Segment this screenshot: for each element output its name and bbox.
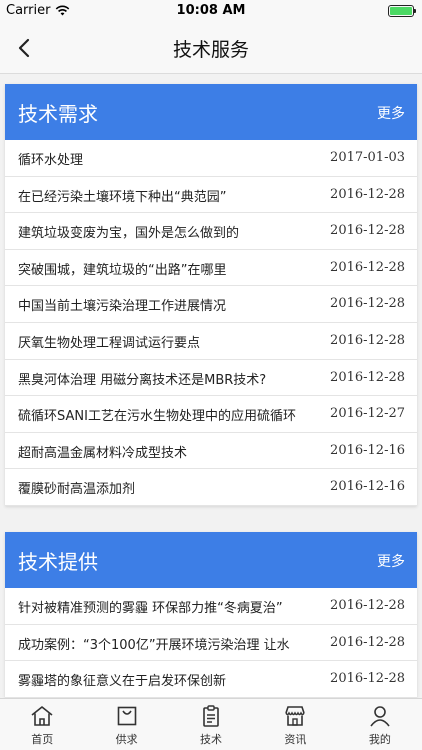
list-item-title: 突破围城，建筑垃圾的“出路”在哪里 (18, 262, 227, 278)
list-item-title: 针对被精准预测的雾霾 环保部力推“冬病夏治” (18, 601, 283, 616)
more-button[interactable]: 更多 (377, 103, 405, 123)
list-item-date: 2016-12-28 (330, 671, 405, 687)
store-icon (285, 706, 306, 726)
tech-supply-section: 技术提供 更多 针对被精准预测的雾霾 环保部力推“冬病夏治” 2016-12-28… (5, 532, 417, 698)
list-item-date: 2016-12-28 (330, 259, 405, 275)
tab-mine[interactable]: 我的 (338, 699, 422, 750)
tech-demand-section: 技术需求 更多 循环水处理 2017-01-03 在已经污染土壤环境下种出“典范园”… (5, 84, 417, 506)
list-item[interactable]: 黑臭河体治理 用磁分离技术还是MBR技术? 2016-12-28 (5, 360, 417, 397)
list-item[interactable]: 在已经污染土壤环境下种出“典范园” 2016-12-28 (5, 177, 417, 214)
tech-supply-header: 技术提供 更多 (5, 532, 417, 588)
content-scroll[interactable]: 技术需求 更多 循环水处理 2017-01-03 在已经污染土壤环境下种出“典范园”… (0, 74, 422, 698)
list-item-title: 超耐高温金属材料冷成型技术 (18, 445, 188, 461)
list-item-title: 中国当前土壤污染治理工作进展情况 (18, 299, 227, 315)
battery-icon (388, 5, 416, 17)
list-item-date: 2016-12-28 (330, 598, 405, 613)
tab-tech[interactable]: 技术 (169, 699, 253, 750)
tab-home[interactable]: 首页 (0, 699, 84, 750)
page-title: 技术服务 (172, 39, 249, 61)
list-item[interactable]: 厌氧生物处理工程调试运行要点 2016-12-28 (5, 323, 417, 360)
list-item-title: 硫循环SANI工艺在污水生物处理中的应用硫循环 (18, 409, 296, 425)
tab-label: 首页 (31, 733, 54, 746)
home-icon (31, 706, 53, 726)
tab-supply-demand[interactable]: 供求 (84, 699, 168, 750)
list-item-date: 2016-12-28 (330, 296, 405, 312)
list-item-date: 2016-12-28 (330, 186, 405, 202)
list-item[interactable]: 超耐高温金属材料冷成型技术 2016-12-16 (5, 433, 417, 470)
list-item-title: 建筑垃圾变废为宝，国外是怎么做到的 (18, 226, 240, 242)
list-item-title: 厌氧生物处理工程调试运行要点 (18, 335, 201, 351)
nav-bar: 技术服务 (0, 22, 422, 74)
list-item-date: 2016-12-16 (330, 442, 405, 458)
tech-demand-header: 技术需求 更多 (5, 84, 417, 140)
list-item[interactable]: 建筑垃圾变废为宝，国外是怎么做到的 2016-12-28 (5, 213, 417, 250)
tab-news[interactable]: 资讯 (253, 699, 337, 750)
tech-supply-list: 针对被精准预测的雾霾 环保部力推“冬病夏治” 2016-12-28 成功案例：“3个… (5, 588, 417, 698)
list-item[interactable]: 循环水处理 2017-01-03 (5, 140, 417, 177)
list-item-date: 2016-12-28 (330, 223, 405, 239)
tab-bar: 首页 供求 技术 资讯 我的 (0, 698, 422, 750)
tab-label: 资讯 (284, 733, 307, 746)
list-item[interactable]: 成功案例：“3个100亿”开展环境污染治理 让水 2016-12-28 (5, 625, 417, 662)
list-item-date: 2016-12-27 (330, 406, 405, 422)
list-item[interactable]: 针对被精准预测的雾霾 环保部力推“冬病夏治” 2016-12-28 (5, 588, 417, 625)
list-item-title: 循环水处理 (18, 153, 84, 168)
screen: Carrier 10:08 AM 技术服务 技术需求 更多 循环水处理 2017-… (0, 0, 422, 750)
tab-label: 供求 (115, 733, 138, 746)
list-item[interactable]: 突破围城，建筑垃圾的“出路”在哪里 2016-12-28 (5, 250, 417, 287)
section-title: 技术需求 (18, 102, 98, 126)
list-item[interactable]: 硫循环SANI工艺在污水生物处理中的应用硫循环 2016-12-27 (5, 396, 417, 433)
list-item[interactable]: 雾霾塔的象征意义在于启发环保创新 2016-12-28 (5, 661, 417, 698)
list-item-title: 雾霾塔的象征意义在于启发环保创新 (18, 674, 227, 690)
section-title: 技术提供 (18, 550, 98, 574)
status-time: 10:08 AM (176, 3, 246, 18)
list-item-date: 2016-12-16 (330, 479, 405, 495)
list-item[interactable]: 中国当前土壤污染治理工作进展情况 2016-12-28 (5, 286, 417, 323)
list-item[interactable]: 覆膜砂耐高温添加剂 2016-12-16 (5, 469, 417, 506)
list-item-title: 在已经污染土壤环境下种出“典范园” (18, 189, 227, 205)
list-item-date: 2016-12-28 (330, 369, 405, 385)
list-item-date: 2016-12-28 (330, 332, 405, 348)
list-item-date: 2016-12-28 (330, 634, 405, 650)
clipboard-icon (203, 705, 219, 727)
user-icon (370, 706, 390, 727)
list-item-title: 覆膜砂耐高温添加剂 (18, 482, 136, 498)
tech-demand-list: 循环水处理 2017-01-03 在已经污染土壤环境下种出“典范园” 2016-12-… (5, 140, 417, 506)
list-item-date: 2017-01-03 (330, 150, 405, 165)
more-button[interactable]: 更多 (377, 551, 405, 571)
list-item-title: 成功案例：“3个100亿”开展环境污染治理 让水 (18, 637, 290, 653)
tab-label: 我的 (368, 733, 391, 746)
shopping-bag-icon (117, 706, 136, 726)
list-item-title: 黑臭河体治理 用磁分离技术还是MBR技术? (18, 372, 267, 388)
tab-label: 技术 (200, 733, 223, 746)
status-bar: Carrier 10:08 AM (0, 0, 422, 22)
